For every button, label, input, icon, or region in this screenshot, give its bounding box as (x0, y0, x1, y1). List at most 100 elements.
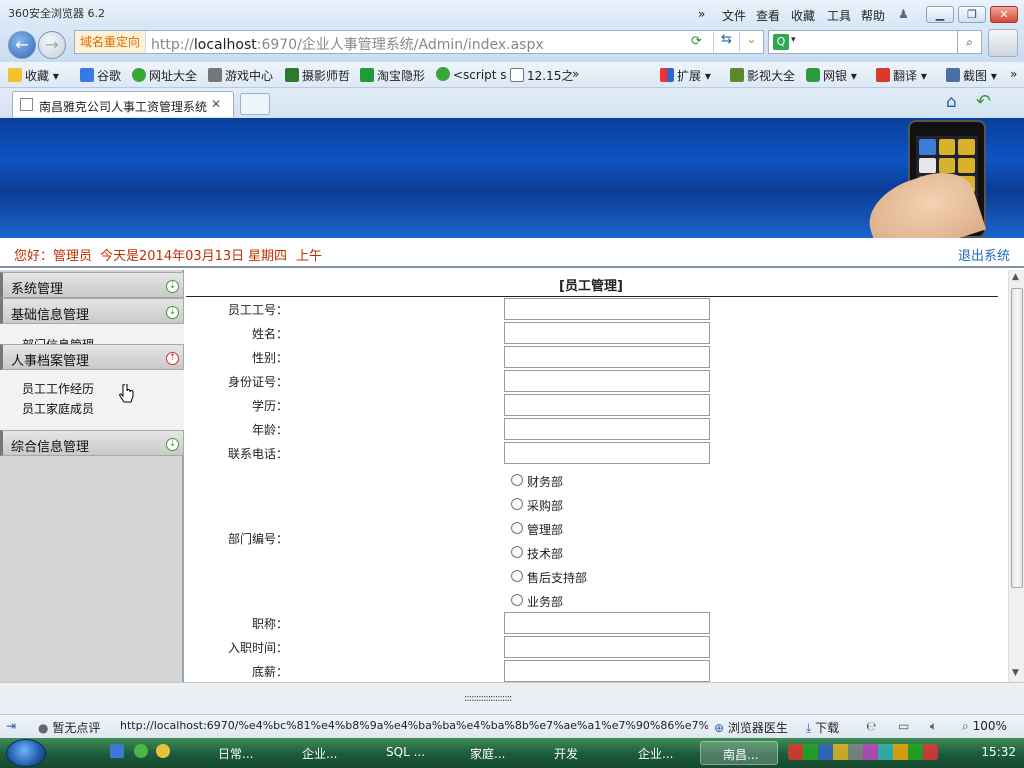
redirect-badge[interactable]: 域名重定向 (75, 31, 147, 53)
expand-icon[interactable]: ⇣ (166, 306, 179, 319)
sidebar-item-department[interactable]: 部门信息管理 (22, 336, 94, 344)
hire-date-input[interactable] (504, 636, 710, 658)
menu-file[interactable]: 文件 (722, 7, 746, 24)
comment-status[interactable]: ● 暂无点评 (38, 719, 100, 736)
zoom-control[interactable]: ⌕ 100% (962, 719, 1007, 734)
dropdown-chevron-icon[interactable]: ⌄ (739, 32, 763, 52)
bookmark-photographer[interactable]: 摄影师哲 (285, 67, 350, 84)
taskbar-item-family[interactable]: 家庭... (448, 741, 526, 765)
tool-banking[interactable]: 网银 ▾ (806, 67, 857, 84)
age-input[interactable] (504, 418, 710, 440)
taskbar-item-sql[interactable]: SQL ... (364, 741, 442, 765)
taskbar-item-enterprise-1[interactable]: 企业... (280, 741, 358, 765)
bookmarks-more-icon[interactable]: » (572, 67, 579, 81)
menu-more-icon[interactable]: » (698, 7, 705, 21)
close-window-button[interactable]: ✕ (990, 6, 1018, 23)
security-icon[interactable]: ⟳ (691, 34, 702, 49)
taskbar-item-nanchang[interactable]: 南昌... (700, 741, 778, 765)
id-card-input[interactable] (504, 370, 710, 392)
sidebar-section-hr-records[interactable]: 人事档案管理 ⇡ (0, 344, 184, 370)
user-avatar[interactable] (988, 29, 1018, 57)
forward-button[interactable]: → (38, 31, 66, 59)
download-button[interactable]: ⤓ 下载 (806, 719, 839, 736)
phone-input[interactable] (504, 442, 710, 464)
dept-radio-support[interactable] (511, 570, 523, 582)
scissors-icon (946, 68, 960, 82)
taskbar-item-enterprise-2[interactable]: 企业... (616, 741, 694, 765)
education-input[interactable] (504, 394, 710, 416)
tool-extensions[interactable]: 扩展 ▾ (660, 67, 711, 84)
search-icon[interactable]: ⌕ (957, 31, 981, 53)
expand-icon[interactable]: ⇣ (166, 438, 179, 451)
browser-doctor[interactable]: ⊕ 浏览器医生 (714, 719, 788, 736)
sidebar-item-family-members[interactable]: 员工家庭成员 (22, 400, 94, 417)
name-input[interactable] (504, 322, 710, 344)
tool-video[interactable]: 影视大全 (730, 67, 795, 84)
volume-icon[interactable]: 🔈︎ (930, 719, 937, 734)
vertical-scrollbar[interactable]: ▲ ▼ (1008, 270, 1024, 682)
download-icon: ⤓ (806, 721, 812, 735)
collapse-icon[interactable]: ⇡ (166, 352, 179, 365)
tool-screenshot[interactable]: 截图 ▾ (946, 67, 997, 84)
skin-icon[interactable]: ♟ (898, 7, 909, 21)
tool-translate[interactable]: 翻译 ▾ (876, 67, 927, 84)
system-tray-icons[interactable] (788, 744, 938, 760)
sidebar-item-work-history[interactable]: 员工工作经历 (22, 380, 94, 397)
gender-input[interactable] (504, 346, 710, 368)
scroll-up-icon[interactable]: ▲ (1012, 272, 1019, 282)
taskbar-item-develop[interactable]: 开发 (532, 741, 610, 765)
status-exit-icon[interactable]: ⇥ (6, 719, 16, 733)
maximize-button[interactable]: ❐ (958, 6, 986, 23)
search-engine-dropdown-icon[interactable]: ▾ (791, 35, 796, 45)
media-quicklaunch-icon[interactable] (156, 744, 170, 758)
bookmark-favorites[interactable]: 收藏 ▾ (8, 67, 59, 84)
address-bar[interactable]: 域名重定向 http://localhost:6970/企业人事管理系统/Adm… (74, 30, 764, 54)
logout-link[interactable]: 退出系统 (958, 245, 1010, 264)
dept-radio-management[interactable] (511, 522, 523, 534)
bookmark-taobao[interactable]: 淘宝隐形 (360, 67, 425, 84)
menu-favorites[interactable]: 收藏 (791, 7, 815, 24)
clock[interactable]: 15:32 (981, 745, 1016, 759)
dept-radio-sales[interactable] (511, 594, 523, 606)
ie-quicklaunch-icon[interactable] (110, 744, 124, 758)
start-button[interactable] (6, 739, 46, 767)
scroll-down-icon[interactable]: ▼ (1012, 668, 1019, 678)
bookmark-script[interactable]: <script s (436, 67, 507, 82)
url-text[interactable]: http://localhost:6970/企业人事管理系统/Admin/ind… (151, 34, 544, 54)
back-button[interactable]: ← (8, 31, 36, 59)
new-tab-button[interactable] (240, 93, 270, 115)
search-engine-icon[interactable]: Q (773, 34, 789, 50)
frame-splitter[interactable]: :::::::::::::::::::: (0, 682, 1024, 714)
sidebar-section-comprehensive[interactable]: 综合信息管理 ⇣ (0, 430, 184, 456)
compat-mode-icon[interactable]: ⇆ (713, 32, 739, 52)
bookmark-game-center[interactable]: 游戏中心 (208, 67, 273, 84)
ie-mode-icon[interactable]: ℮ (866, 719, 876, 733)
menu-tools[interactable]: 工具 (827, 7, 851, 24)
taskbar-item-daily[interactable]: 日常... (196, 741, 274, 765)
tab-close-icon[interactable]: ✕ (211, 97, 221, 111)
splitter-grip[interactable]: :::::::::::::::::::: (464, 693, 512, 704)
base-salary-input[interactable] (504, 660, 710, 682)
search-box[interactable]: Q ▾ ⌕ (768, 30, 982, 54)
tab-active[interactable]: 南昌雅克公司人事工资管理系统 ✕ (12, 91, 234, 117)
scrollbar-thumb[interactable] (1011, 288, 1023, 588)
dept-radio-purchasing[interactable] (511, 498, 523, 510)
sidebar-section-system[interactable]: 系统管理 ⇣ (0, 272, 184, 298)
window-icon[interactable]: ▭ (898, 719, 909, 733)
bookmark-google[interactable]: 谷歌 (80, 67, 121, 84)
dept-radio-finance[interactable] (511, 474, 523, 486)
home-icon[interactable]: ⌂ (946, 92, 957, 112)
menu-help[interactable]: 帮助 (861, 7, 885, 24)
sidebar-section-basic-info[interactable]: 基础信息管理 ⇣ (0, 298, 184, 324)
minimize-button[interactable]: ▁ (926, 6, 954, 23)
bookmark-1215[interactable]: 12.15之 (510, 67, 573, 84)
360-quicklaunch-icon[interactable] (134, 744, 148, 758)
tools-more-icon[interactable]: » (1010, 67, 1017, 81)
title-rank-input[interactable] (504, 612, 710, 634)
menu-view[interactable]: 查看 (756, 7, 780, 24)
expand-icon[interactable]: ⇣ (166, 280, 179, 293)
undo-close-icon[interactable]: ↶ (976, 91, 991, 112)
dept-radio-technology[interactable] (511, 546, 523, 558)
employee-id-input[interactable] (504, 298, 710, 320)
bookmark-site-directory[interactable]: 网址大全 (132, 67, 197, 84)
